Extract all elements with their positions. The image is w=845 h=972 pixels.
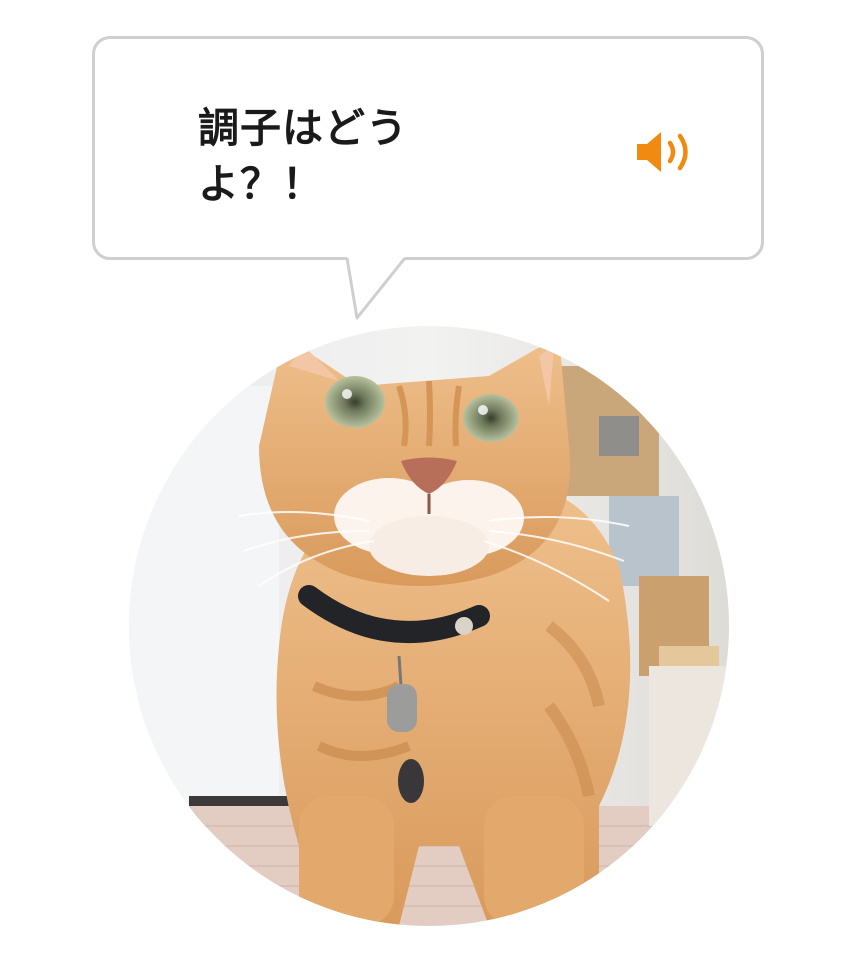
bubble-message: 調子はどう よ？！ xyxy=(198,104,408,208)
cat-photo xyxy=(129,326,729,926)
speaker-icon xyxy=(637,132,688,172)
speaker-button[interactable] xyxy=(634,128,698,176)
